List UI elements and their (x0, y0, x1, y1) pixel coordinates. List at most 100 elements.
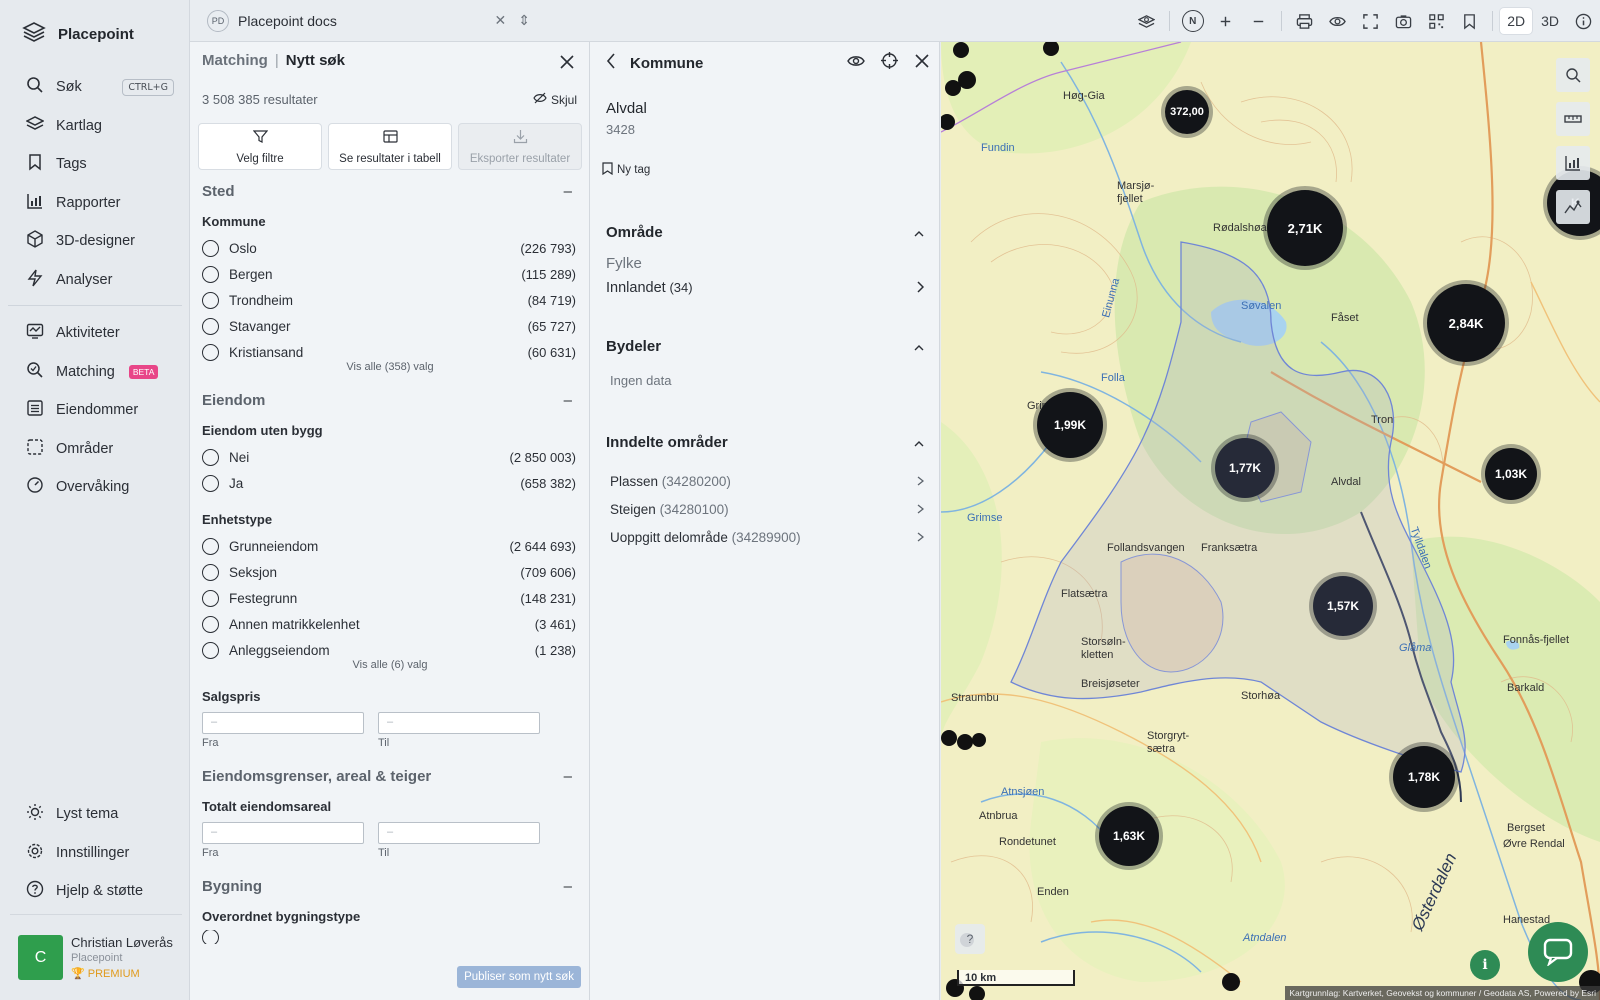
mode-3d-button[interactable]: 3D (1534, 8, 1566, 34)
radio-button[interactable] (202, 448, 219, 466)
chevron-up-icon[interactable] (914, 224, 924, 241)
zoom-in-icon[interactable] (1209, 0, 1242, 42)
fylke-row[interactable]: Innlandet (34) (606, 274, 925, 302)
section-header-sted[interactable]: Sted – (202, 178, 578, 204)
zoom-out-icon[interactable] (1242, 0, 1275, 42)
radio-option[interactable]: Bergen (115 289) (202, 261, 578, 287)
nav-item-aktiviteter[interactable]: Aktiviteter (8, 314, 182, 353)
nav-item-rapporter[interactable]: Rapporter (8, 184, 182, 223)
radio-option[interactable]: Trondheim (84 719) (202, 287, 578, 313)
compass-button[interactable]: N (1176, 0, 1209, 42)
section-header-grenser[interactable]: Eiendomsgrenser, areal & teiger – (202, 763, 578, 789)
radio-button[interactable] (202, 317, 219, 335)
area-to-input[interactable]: – (378, 822, 540, 844)
radio-button[interactable] (202, 563, 219, 581)
cluster-marker[interactable]: 1,99K (1037, 392, 1103, 458)
radio-button[interactable] (202, 474, 219, 492)
print-icon[interactable] (1288, 0, 1321, 42)
cluster-marker[interactable]: 2,71K (1267, 190, 1343, 266)
view-table-button[interactable]: Se resultater i tabell (328, 123, 452, 170)
show-all-link[interactable]: Vis alle (6) valg (202, 659, 578, 673)
nav-item-sok[interactable]: Søk CTRL+G (8, 68, 182, 107)
nav-item-omrader[interactable]: Områder (8, 430, 182, 469)
document-selector[interactable]: PD Placepoint docs ✕ ⇕ (190, 9, 530, 32)
elevation-profile-icon[interactable] (1556, 190, 1590, 224)
radio-button[interactable] (202, 343, 219, 361)
qr-code-icon[interactable] (1420, 0, 1453, 42)
crosshair-icon[interactable] (881, 52, 898, 74)
section-header-bygning[interactable]: Bygning – (202, 873, 578, 899)
export-button[interactable]: Eksporter resultater (458, 123, 582, 170)
map-canvas[interactable] (941, 42, 1600, 1000)
show-all-link[interactable]: Vis alle (358) valg (202, 361, 578, 375)
section-header[interactable]: Bydeler (606, 338, 924, 355)
cluster-marker[interactable]: 372,00 (1165, 90, 1209, 134)
info-icon[interactable]: i (1470, 950, 1500, 980)
price-to-input[interactable]: – (378, 712, 540, 734)
nav-item-overvaking[interactable]: Overvåking (8, 468, 182, 507)
radio-button[interactable] (202, 589, 219, 607)
radio-option[interactable]: Oslo (226 793) (202, 235, 578, 261)
section-header-eiendom[interactable]: Eiendom – (202, 387, 578, 413)
publish-search-button[interactable]: Publiser som nytt søk (457, 966, 581, 988)
radio-option[interactable]: Seksjon (709 606) (202, 559, 578, 585)
radio-option[interactable]: Nei (2 850 003) (202, 444, 578, 470)
radio-option[interactable]: Festegrunn (148 231) (202, 585, 578, 611)
chat-icon[interactable] (1528, 922, 1588, 982)
cluster-marker[interactable]: 2,84K (1427, 284, 1505, 362)
radio-button[interactable] (202, 615, 219, 633)
radio-button[interactable] (202, 641, 219, 659)
cluster-marker[interactable]: 1,77K (1215, 438, 1275, 498)
radio-option[interactable] (202, 930, 578, 944)
close-icon[interactable] (559, 54, 575, 75)
cluster-marker[interactable]: 1,57K (1313, 576, 1373, 636)
subarea-row[interactable]: Uoppgitt delområde (34289900) (610, 523, 925, 551)
area-from-input[interactable]: – (202, 822, 364, 844)
radio-option[interactable]: Stavanger (65 727) (202, 313, 578, 339)
close-icon[interactable]: ✕ (495, 12, 507, 29)
fullscreen-icon[interactable] (1354, 0, 1387, 42)
bookmark-icon[interactable] (1453, 0, 1486, 42)
cluster-marker[interactable]: 1,03K (1485, 448, 1537, 500)
collapse-icon[interactable]: – (564, 392, 572, 409)
subarea-row[interactable]: Steigen (34280100) (610, 495, 925, 523)
hide-button[interactable]: Skjul (533, 92, 577, 107)
mode-2d-button[interactable]: 2D (1500, 8, 1533, 34)
radio-option[interactable]: Annen matrikkelenhet (3 461) (202, 611, 578, 637)
chevron-left-icon[interactable] (606, 52, 616, 74)
radio-button[interactable] (202, 537, 219, 555)
nav-item-matching[interactable]: Matching BETA (8, 353, 182, 392)
chevron-updown-icon[interactable]: ⇕ (518, 12, 530, 29)
map-view[interactable]: Høg-Gia Marsjø-fjellet Rødalshøa Fåset F… (941, 42, 1600, 1000)
chart-icon[interactable] (1556, 146, 1590, 180)
chevron-up-icon[interactable] (914, 338, 924, 355)
camera-icon[interactable] (1387, 0, 1420, 42)
choose-filters-button[interactable]: Velg filtre (198, 123, 322, 170)
close-icon[interactable] (914, 53, 930, 74)
nav-item-analyser[interactable]: Analyser (8, 261, 182, 300)
radio-button[interactable] (202, 265, 219, 283)
nav-item-eiendommer[interactable]: Eiendommer (8, 391, 182, 430)
nav-item-3d-designer[interactable]: 3D-designer (8, 222, 182, 261)
nav-item-hjelp[interactable]: Hjelp & støtte (8, 872, 182, 911)
layers-search-icon[interactable] (1130, 0, 1163, 42)
location-search-icon[interactable] (1556, 58, 1590, 92)
nav-item-innstillinger[interactable]: Innstillinger (8, 834, 182, 873)
info-icon[interactable] (1567, 0, 1600, 42)
radio-option[interactable]: Grunneiendom (2 644 693) (202, 533, 578, 559)
eye-icon[interactable] (847, 54, 865, 73)
radio-option[interactable]: Ja (658 382) (202, 470, 578, 496)
map-help-icon[interactable]: ? (955, 924, 985, 954)
price-from-input[interactable]: – (202, 712, 364, 734)
chevron-up-icon[interactable] (914, 434, 924, 451)
cluster-marker[interactable]: 1,78K (1393, 746, 1455, 808)
nav-item-lyst-tema[interactable]: Lyst tema (8, 795, 182, 834)
section-header[interactable]: Område (606, 224, 924, 241)
measure-icon[interactable] (1556, 102, 1590, 136)
radio-button[interactable] (202, 239, 219, 257)
collapse-icon[interactable]: – (564, 768, 572, 785)
subarea-row[interactable]: Plassen (34280200) (610, 467, 925, 495)
brand[interactable]: Placepoint (22, 22, 134, 46)
nav-item-kartlag[interactable]: Kartlag (8, 107, 182, 146)
new-tag-button[interactable]: Ny tag (602, 162, 650, 178)
